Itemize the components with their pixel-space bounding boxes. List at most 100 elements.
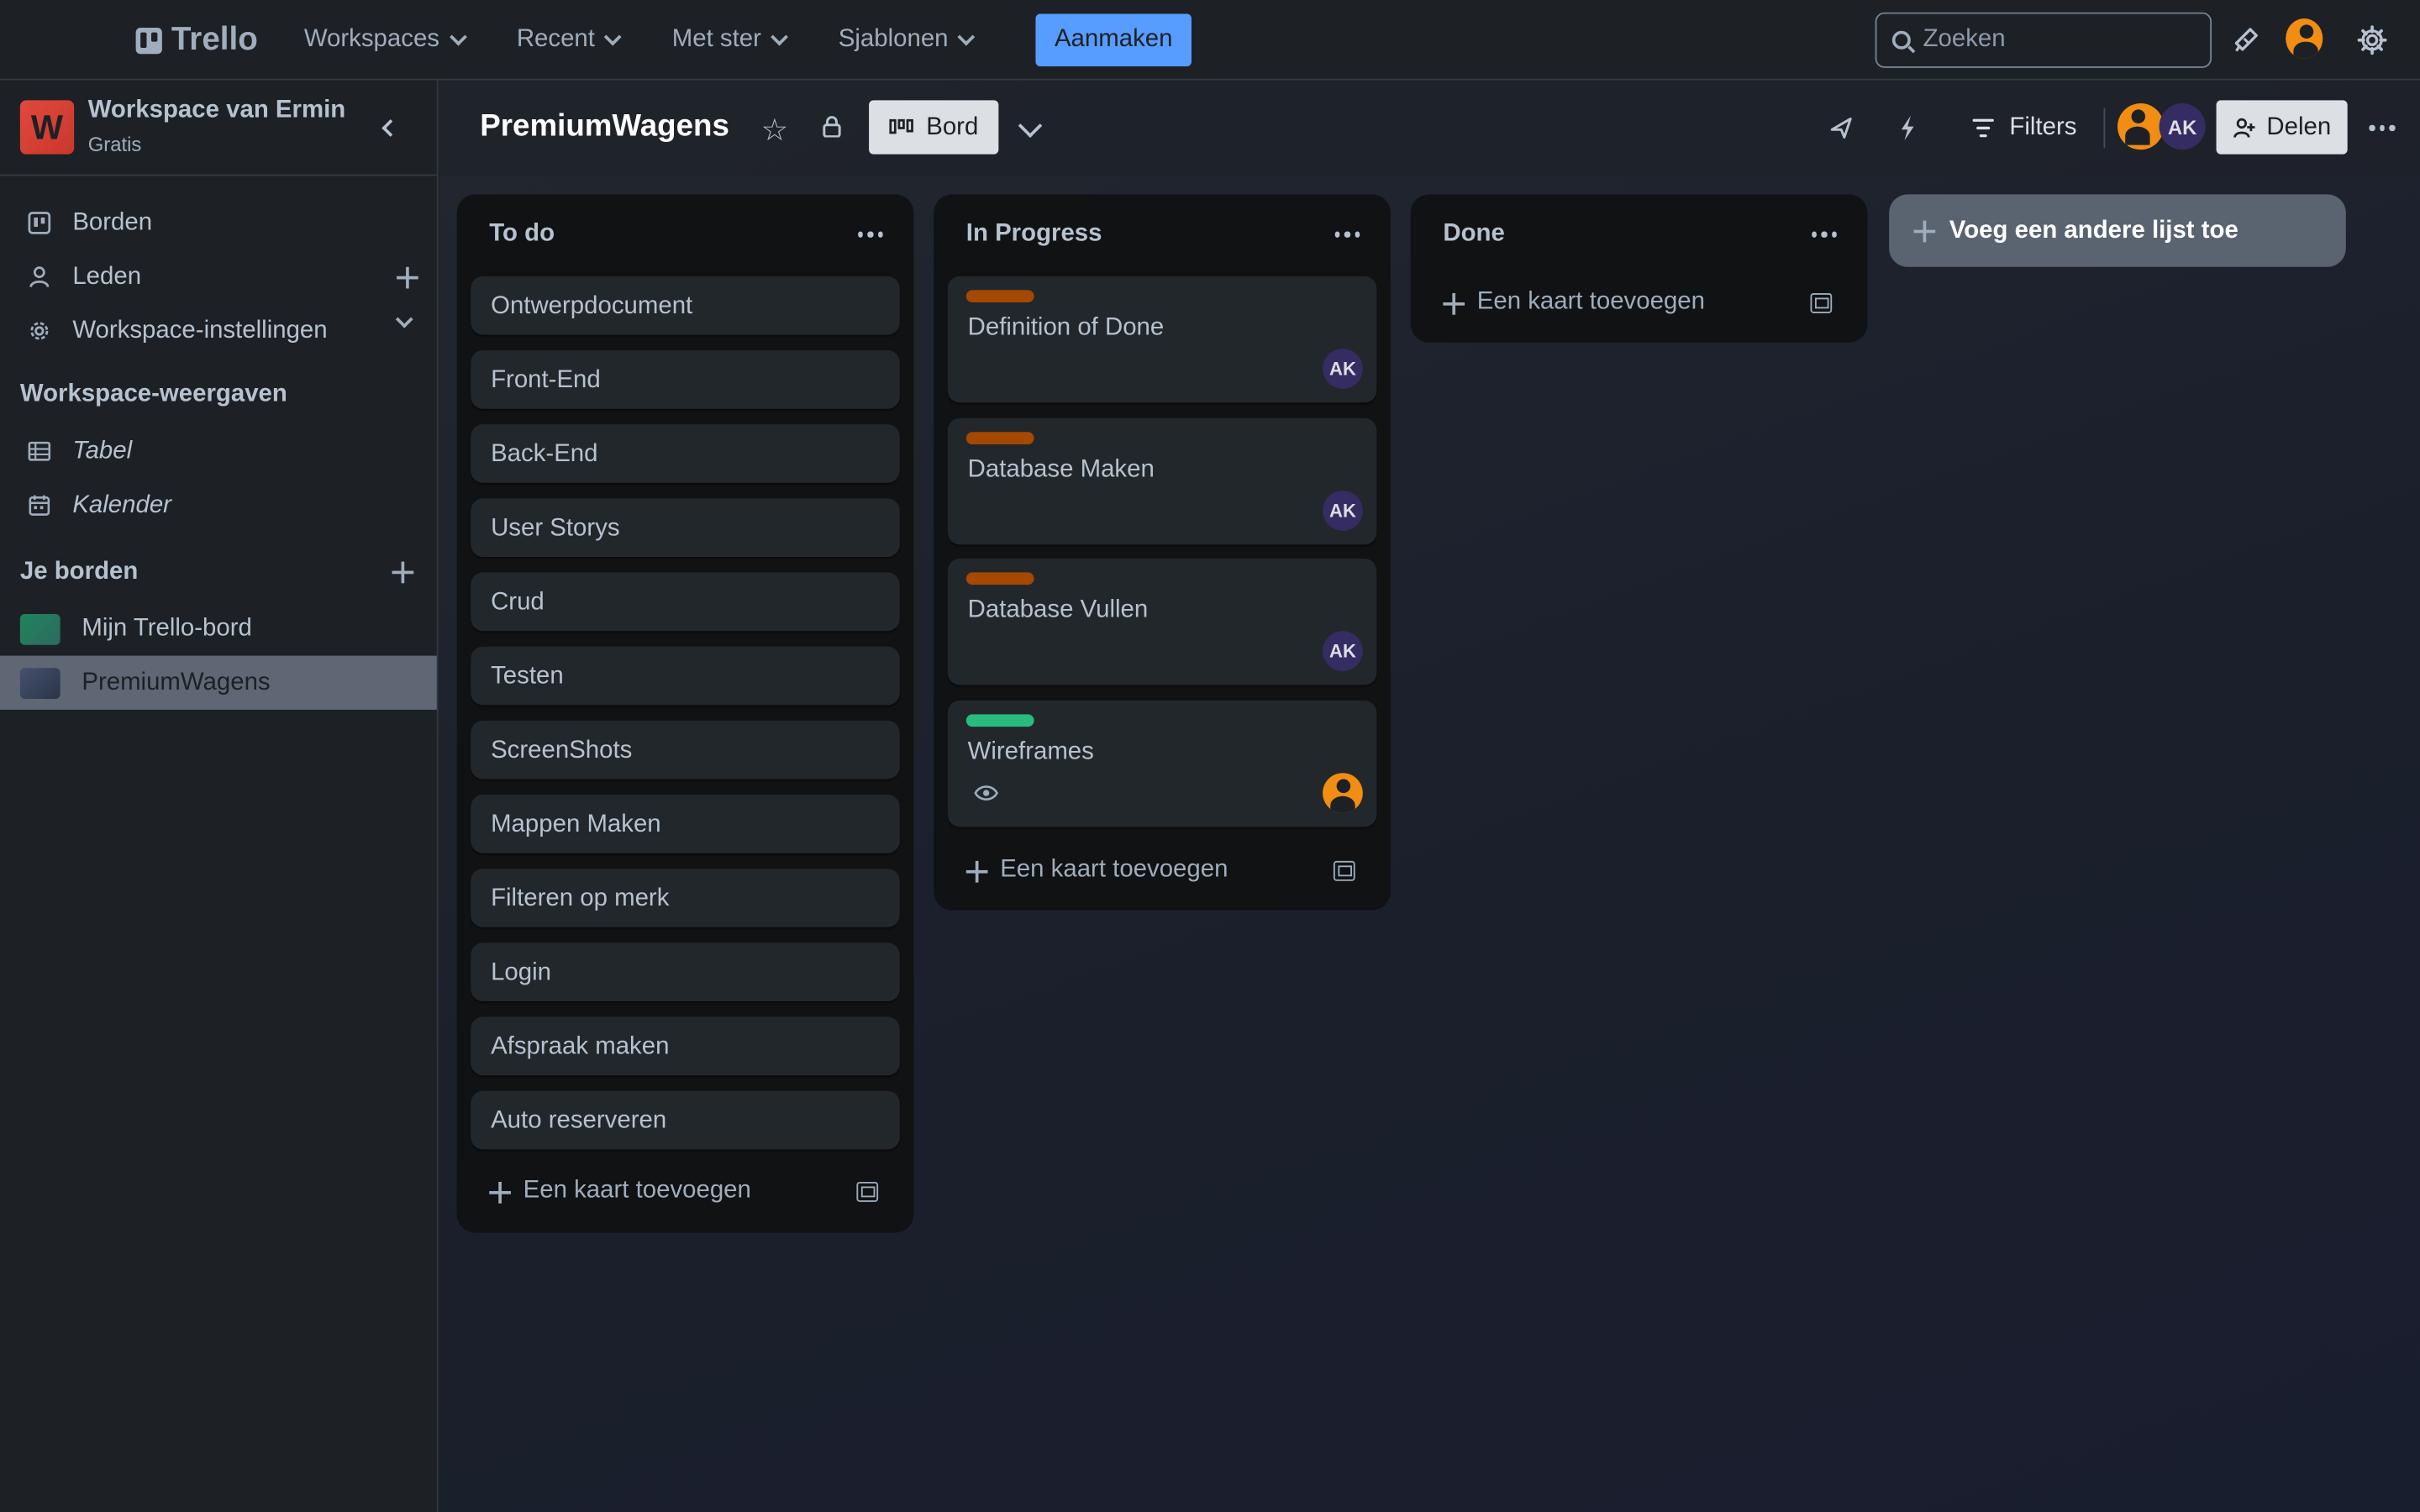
gear-icon[interactable] [2354,22,2391,59]
nav-templates-dropdown[interactable]: Sjablonen [823,13,988,68]
card-member-avatar[interactable] [1323,773,1363,813]
sidebar-board-premiumwagens[interactable]: PremiumWagens [0,655,437,710]
search-box[interactable] [1875,12,2212,68]
create-button[interactable]: Aanmaken [1035,13,1192,66]
workspace-name[interactable]: Workspace van Ermin [88,97,346,125]
sidebar: W Workspace van Ermin Gratis Borden Lede… [0,80,439,1512]
member-avatar-ak[interactable]: AK [2159,103,2206,150]
card[interactable]: User Storys [471,498,900,558]
card-label[interactable] [965,290,1034,302]
board-view-label: Bord [926,113,979,140]
sidebar-item-workspace-settings[interactable]: Workspace-instellingen [0,304,437,358]
list-title[interactable]: To do [489,221,555,249]
card-member-avatar[interactable]: AK [1323,349,1363,389]
card-label[interactable] [965,572,1034,585]
add-card-button[interactable]: Een kaart toevoegen [471,1163,900,1219]
list-in-progress: In Progress Definition of Done AK Databa… [934,194,1391,911]
sidebar-item-kalender[interactable]: Kalender [0,478,437,532]
card-title: User Storys [491,515,620,542]
nav-starred-dropdown[interactable]: Met ster [656,13,801,68]
card[interactable]: Back-End [471,424,900,483]
filter-icon [1972,118,1994,137]
card[interactable]: ScreenShots [471,720,900,780]
card[interactable]: Filteren op merk [471,869,900,927]
sidebar-item-tabel[interactable]: Tabel [0,424,437,478]
card[interactable]: Crud [471,572,900,632]
card[interactable]: Auto reserveren [471,1090,900,1150]
card[interactable]: Database Maken AK [947,417,1377,545]
app-root: Trello Workspaces Recent Met ster Sjablo… [0,0,2420,1512]
add-card-label: Een kaart toevoegen [1476,288,1705,315]
list-to-do: To do Ontwerpdocument Front-End Back-End… [456,194,914,1233]
trello-logo[interactable]: Trello [135,21,258,59]
add-card-button[interactable]: Een kaart toevoegen [1424,275,1854,330]
card-title: Back-End [491,441,598,468]
filters-button[interactable]: Filters [1972,100,2076,154]
sidebar-item-borden[interactable]: Borden [0,196,437,249]
card-title: Definition of Done [967,314,1165,341]
workspace-logo[interactable]: W [19,100,75,155]
add-board-icon[interactable] [392,561,414,584]
add-list-button[interactable]: Voeg een andere lijst toe [1889,194,2346,267]
card-template-icon[interactable] [1810,292,1833,312]
card-title: Front-End [491,367,601,394]
sidebar-item-label: Borden [72,208,153,236]
board-view-button[interactable]: Bord [869,100,999,155]
card-title: Ontwerpdocument [491,292,693,320]
collapse-sidebar-button[interactable] [371,111,404,144]
list-menu-icon[interactable] [1811,231,1837,237]
plus-icon [489,1181,511,1204]
search-input[interactable] [1923,26,2186,55]
card[interactable]: Testen [471,646,900,706]
card[interactable]: Afspraak maken [471,1016,900,1076]
top-navigation-bar: Trello Workspaces Recent Met ster Sjablo… [0,0,2420,81]
member-avatar-owner[interactable] [2118,103,2165,150]
user-avatar-icon [2286,18,2323,59]
card-label[interactable] [965,432,1034,444]
lock-icon[interactable] [823,116,841,139]
card[interactable]: Login [471,942,900,1002]
card[interactable]: Definition of Done AK [947,276,1377,403]
card-member-avatar[interactable]: AK [1323,631,1363,671]
megaphone-icon[interactable] [2227,22,2264,59]
list-title[interactable]: Done [1443,221,1504,249]
nav-workspaces-dropdown[interactable]: Workspaces [288,13,479,68]
share-button[interactable]: Delen [2216,100,2348,155]
automation-icon[interactable] [1889,109,1926,146]
chevron-down-icon[interactable] [1018,113,1043,138]
board-menu-icon[interactable] [2369,124,2395,131]
user-avatar-icon [2118,103,2165,150]
card-title: Wireframes [967,738,1094,766]
card[interactable]: Front-End [471,349,900,409]
card[interactable]: Database Vullen AK [947,558,1377,685]
trello-logo-text: Trello [171,21,258,57]
trello-logo-icon [135,27,162,54]
workspace-plan: Gratis [87,132,142,156]
nav-workspaces-label: Workspaces [303,26,439,53]
list-title[interactable]: In Progress [966,221,1102,249]
card[interactable]: Ontwerpdocument [471,276,900,335]
sidebar-item-label: Workspace-instellingen [72,317,328,344]
eye-icon [974,782,998,810]
add-person-icon [2233,117,2254,137]
card-member-avatar[interactable]: AK [1323,491,1363,531]
card-label[interactable] [965,714,1034,727]
card[interactable]: Mappen Maken [471,794,900,853]
board-title[interactable]: PremiumWagens [480,109,729,144]
list-menu-icon[interactable] [857,231,883,237]
sidebar-board-mijn-trello-bord[interactable]: Mijn Trello-bord [0,601,437,655]
star-icon[interactable]: ☆ [761,111,789,150]
sidebar-item-leden[interactable]: Leden [0,250,437,304]
power-ups-icon[interactable] [1823,109,1860,146]
account-avatar[interactable] [2286,18,2323,59]
card-title: Filteren op merk [491,885,670,912]
add-card-button[interactable]: Een kaart toevoegen [948,843,1377,898]
nav-recent-dropdown[interactable]: Recent [501,13,634,68]
top-nav-menu: Workspaces Recent Met ster Sjablonen [288,13,1010,68]
list-done: Done Een kaart toevoegen [1410,194,1868,343]
add-member-icon[interactable] [397,266,418,289]
list-menu-icon[interactable] [1334,231,1360,237]
card[interactable]: Wireframes [947,700,1377,827]
card-template-icon[interactable] [1333,859,1355,880]
card-template-icon[interactable] [856,1181,879,1201]
